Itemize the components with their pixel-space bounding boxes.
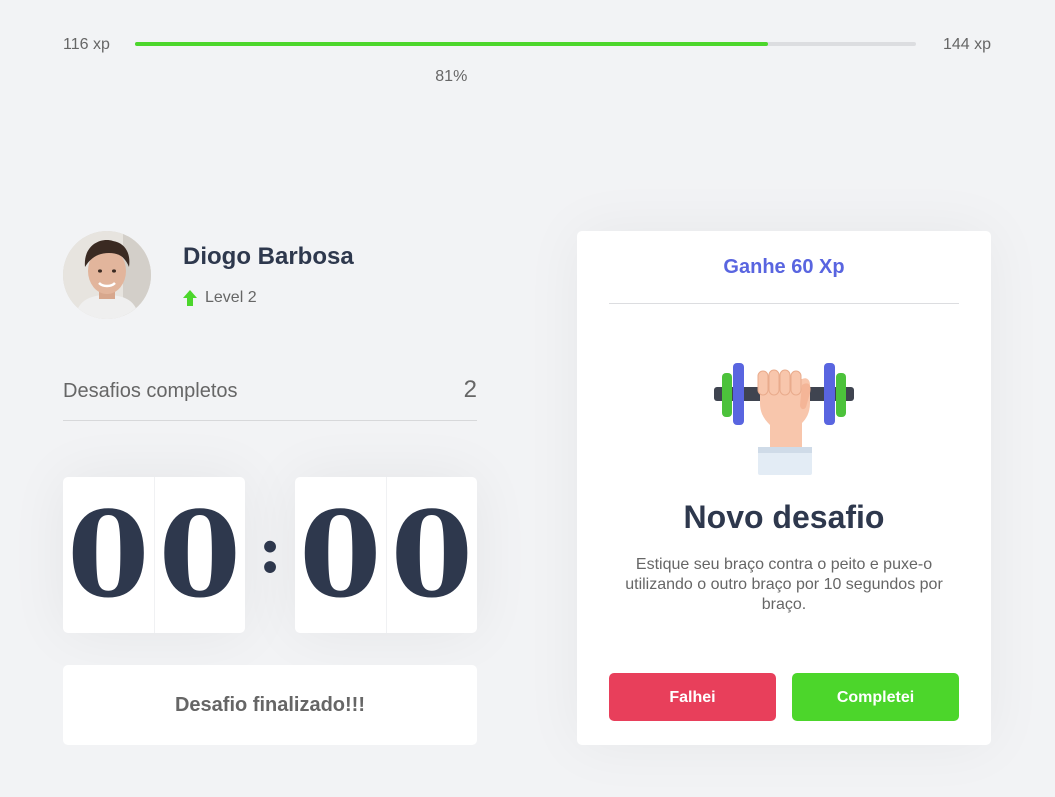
countdown-seconds: 0 0 (295, 477, 477, 633)
user-name: Diogo Barbosa (183, 243, 354, 270)
countdown-separator: : (258, 513, 282, 588)
experience-bar: 116 xp 81% 144 xp (63, 30, 991, 85)
challenge-card: Ganhe 60 Xp Novo desafio Estique seu bra… (577, 231, 991, 745)
countdown-minutes: 0 0 (63, 477, 245, 633)
challenge-finished-button[interactable]: Desafio finalizado!!! (63, 665, 477, 745)
profile: Diogo Barbosa Level 2 (63, 231, 477, 319)
xp-fill (135, 42, 768, 46)
dumbbell-icon (714, 363, 854, 480)
user-level: Level 2 (183, 289, 257, 307)
xp-track: 81% (135, 42, 916, 85)
second-digit-right: 0 (390, 485, 473, 624)
avatar (63, 231, 151, 319)
xp-current-label: 81% (435, 68, 468, 85)
complete-button[interactable]: Completei (792, 673, 959, 721)
fail-button[interactable]: Falhei (609, 673, 776, 721)
xp-max-label: 144 xp (942, 36, 991, 53)
challenge-reward: Ganhe 60 Xp (609, 231, 959, 304)
level-up-arrow-icon (183, 290, 197, 306)
second-digit-left: 0 (295, 477, 387, 633)
countdown: 0 0 : 0 0 (63, 477, 477, 633)
user-level-label: Level 2 (205, 289, 257, 306)
xp-min-label: 116 xp (63, 36, 110, 53)
challenge-title: Novo desafio (683, 499, 885, 535)
challenge-description: Estique seu braço contra o peito e puxe-… (625, 556, 943, 613)
minute-digit-left: 0 (63, 477, 155, 633)
completed-challenges-count: 2 (463, 376, 477, 403)
completed-challenges: Desafios completos 2 (63, 372, 477, 421)
minute-digit-right: 0 (158, 485, 241, 624)
completed-challenges-label: Desafios completos (63, 380, 238, 402)
